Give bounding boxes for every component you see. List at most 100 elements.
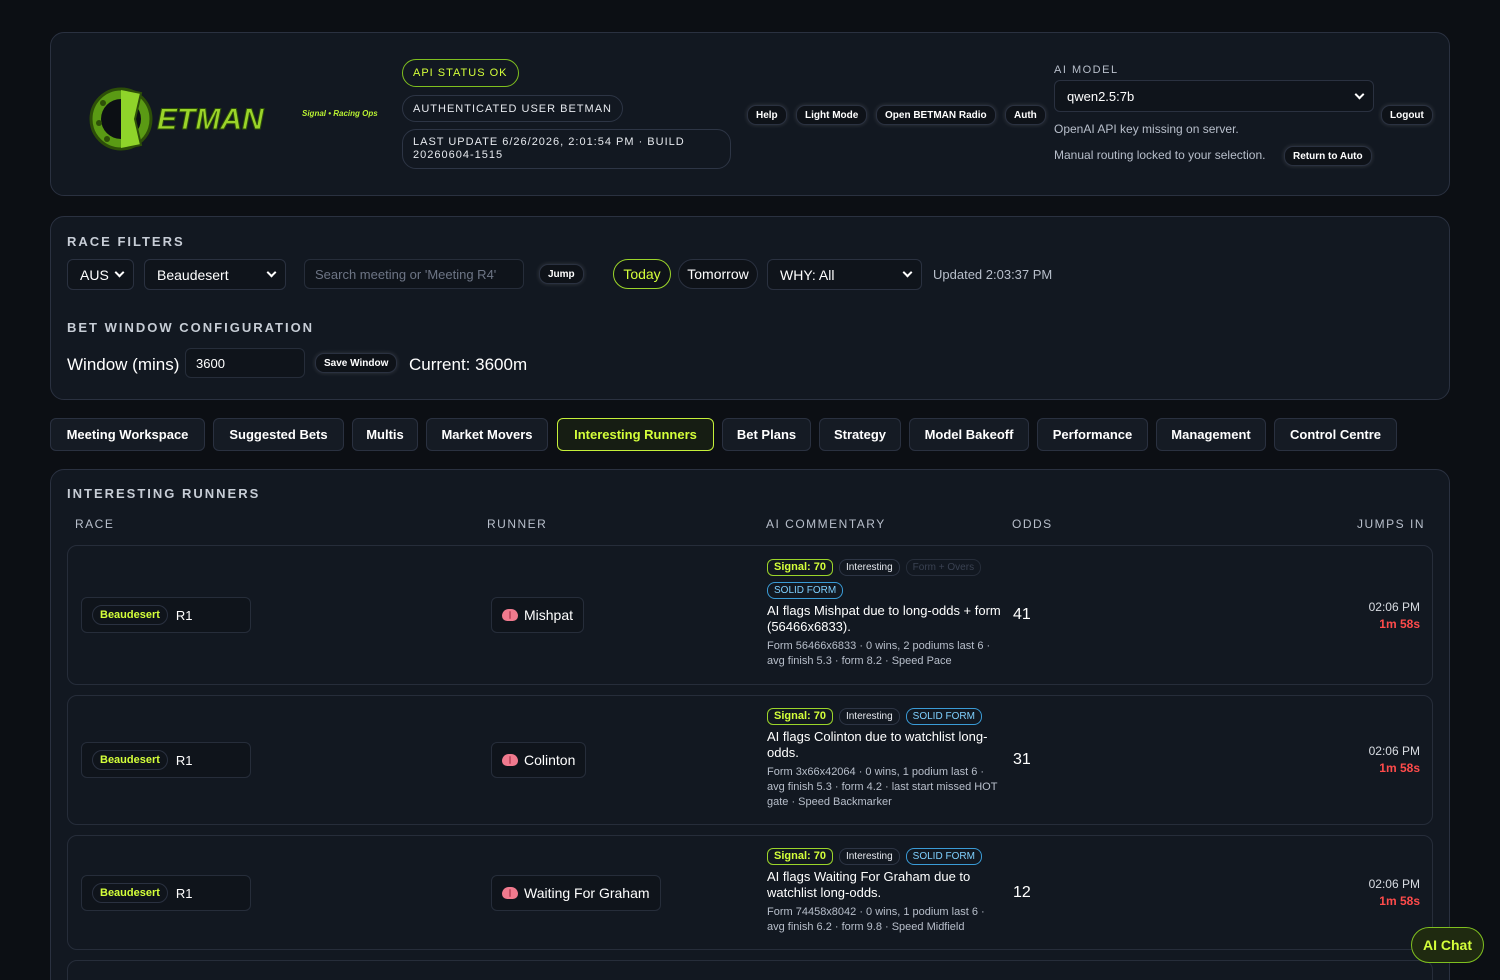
jump-time: 02:06 PM xyxy=(1368,877,1420,891)
meeting-value: Beaudesert xyxy=(157,266,229,283)
col-jumps: JUMPS IN xyxy=(1356,517,1425,531)
bet-window-title: BET WINDOW CONFIGURATION xyxy=(67,320,315,335)
tab-performance[interactable]: Performance xyxy=(1037,418,1148,451)
chevron-down-icon xyxy=(266,267,277,278)
meeting-select[interactable]: Beaudesert xyxy=(144,259,286,290)
chevron-down-icon xyxy=(114,267,125,278)
table-row[interactable] xyxy=(67,960,1433,980)
runner-name: Mishpat xyxy=(524,607,574,623)
race-number: R1 xyxy=(175,607,193,623)
runner-cell[interactable]: Waiting For Graham xyxy=(491,875,661,911)
table-row[interactable]: Beaudesert R1 Mishpat Signal: 70 Interes… xyxy=(67,545,1433,685)
race-filters-panel: RACE FILTERS AUS Beaudesert Search meeti… xyxy=(50,216,1450,400)
track-badge: Beaudesert xyxy=(92,605,168,625)
interesting-badge: Interesting xyxy=(838,848,900,865)
brain-icon xyxy=(502,609,518,621)
race-number: R1 xyxy=(175,885,193,901)
col-runner: RUNNER xyxy=(487,517,548,531)
tab-management[interactable]: Management xyxy=(1156,418,1266,451)
window-input[interactable]: 3600 xyxy=(185,348,305,378)
return-to-auto-button[interactable]: Return to Auto xyxy=(1284,146,1372,166)
interesting-runners-panel: INTERESTING RUNNERS RACE RUNNER AI COMME… xyxy=(50,469,1450,980)
chevron-down-icon xyxy=(1354,89,1365,99)
today-button[interactable]: Today xyxy=(613,259,671,289)
brand-text: ETMAN xyxy=(157,103,265,136)
jumps-cell: 02:06 PM 1m 58s xyxy=(1369,600,1420,631)
commentary-cell: Signal: 70 Interesting SOLID FORM AI fla… xyxy=(767,848,1002,935)
chevron-down-icon xyxy=(902,267,913,278)
light-mode-button[interactable]: Light Mode xyxy=(796,105,868,125)
solid-form-badge: SOLID FORM xyxy=(905,708,982,725)
odds-value: 31 xyxy=(1013,751,1031,768)
search-placeholder: Search meeting or 'Meeting R4' xyxy=(315,266,497,282)
tomorrow-button[interactable]: Tomorrow xyxy=(678,259,758,289)
col-commentary: AI COMMENTARY xyxy=(766,517,886,531)
help-button[interactable]: Help xyxy=(747,105,787,125)
meeting-search-input[interactable]: Search meeting or 'Meeting R4' xyxy=(304,259,524,289)
form-overs-badge: Form + Overs xyxy=(905,559,982,576)
runner-name: Waiting For Graham xyxy=(524,885,650,901)
tab-market-movers[interactable]: Market Movers xyxy=(426,418,548,451)
odds-value: 41 xyxy=(1013,606,1031,623)
brain-icon xyxy=(502,754,518,766)
interesting-badge: Interesting xyxy=(838,708,900,725)
api-status-badge: API STATUS OK xyxy=(402,59,519,87)
race-cell[interactable]: Beaudesert R1 xyxy=(81,742,251,778)
tab-multis[interactable]: Multis xyxy=(352,418,418,451)
save-window-button[interactable]: Save Window xyxy=(315,353,398,373)
tab-interesting-runners[interactable]: Interesting Runners xyxy=(557,418,714,451)
ai-model-select[interactable]: qwen2.5:7b xyxy=(1054,80,1374,112)
commentary-cell: Signal: 70 Interesting SOLID FORM AI fla… xyxy=(767,708,1002,810)
why-select[interactable]: WHY: All xyxy=(767,259,922,290)
jump-button[interactable]: Jump xyxy=(539,264,584,284)
brain-icon xyxy=(502,887,518,899)
routing-note: Manual routing locked to your selection. xyxy=(1054,148,1266,162)
open-radio-button[interactable]: Open BETMAN Radio xyxy=(876,105,996,125)
form-detail: Form 56466x6833 · 0 wins, 2 podiums last… xyxy=(767,640,991,667)
track-badge: Beaudesert xyxy=(92,883,168,903)
solid-form-badge: SOLID FORM xyxy=(767,582,844,599)
tab-meeting-workspace[interactable]: Meeting Workspace xyxy=(50,418,205,451)
commentary-text: AI flags Colinton due to watchlist long-… xyxy=(767,729,988,760)
odds-value: 12 xyxy=(1013,884,1031,901)
tab-control-centre[interactable]: Control Centre xyxy=(1274,418,1397,451)
tab-suggested-bets[interactable]: Suggested Bets xyxy=(213,418,344,451)
logout-button[interactable]: Logout xyxy=(1381,105,1433,125)
race-filters-title: RACE FILTERS xyxy=(67,234,185,249)
col-race: RACE xyxy=(75,517,115,531)
window-value: 3600 xyxy=(196,355,225,371)
current-window: Current: 3600m xyxy=(409,355,528,374)
why-value: WHY: All xyxy=(780,266,835,283)
table-row[interactable]: Beaudesert R1 Waiting For Graham Signal:… xyxy=(67,835,1433,950)
auth-user-badge: AUTHENTICATED USER BETMAN xyxy=(402,95,623,122)
race-cell[interactable]: Beaudesert R1 xyxy=(81,597,251,633)
auth-button[interactable]: Auth xyxy=(1005,105,1046,125)
table-row[interactable]: Beaudesert R1 Colinton Signal: 70 Intere… xyxy=(67,695,1433,825)
jump-time: 02:06 PM xyxy=(1368,600,1420,614)
jump-time: 02:06 PM xyxy=(1368,744,1420,758)
solid-form-badge: SOLID FORM xyxy=(905,848,982,865)
updated-time: Updated 2:03:37 PM xyxy=(933,267,1053,282)
ai-chat-button[interactable]: AI Chat xyxy=(1411,927,1484,963)
header-panel: ETMAN Signal • Racing Ops API STATUS OK … xyxy=(50,32,1450,196)
runner-name: Colinton xyxy=(524,752,576,768)
track-badge: Beaudesert xyxy=(92,750,168,770)
tab-bet-plans[interactable]: Bet Plans xyxy=(722,418,811,451)
tab-strategy[interactable]: Strategy xyxy=(819,418,901,451)
tab-model-bakeoff[interactable]: Model Bakeoff xyxy=(909,418,1029,451)
interesting-badge: Interesting xyxy=(838,559,900,576)
countdown: 1m 58s xyxy=(1379,894,1420,908)
last-update-badge: LAST UPDATE 6/26/2026, 2:01:54 PM · BUIL… xyxy=(402,129,731,169)
country-select[interactable]: AUS xyxy=(67,259,134,290)
country-value: AUS xyxy=(80,266,109,283)
runners-title: INTERESTING RUNNERS xyxy=(67,486,261,501)
ai-model-label: AI MODEL xyxy=(1054,64,1119,76)
race-number: R1 xyxy=(175,752,193,768)
commentary-cell: Signal: 70 Interesting Form + Overs SOLI… xyxy=(767,559,1002,669)
commentary-text: AI flags Mishpat due to long-odds + form… xyxy=(767,603,1001,634)
race-cell[interactable]: Beaudesert R1 xyxy=(81,875,251,911)
runner-cell[interactable]: Colinton xyxy=(491,742,587,778)
runner-cell[interactable]: Mishpat xyxy=(491,597,585,633)
form-detail: Form 74458x8042 · 0 wins, 1 podium last … xyxy=(767,906,985,933)
api-key-note: OpenAI API key missing on server. xyxy=(1054,122,1239,136)
